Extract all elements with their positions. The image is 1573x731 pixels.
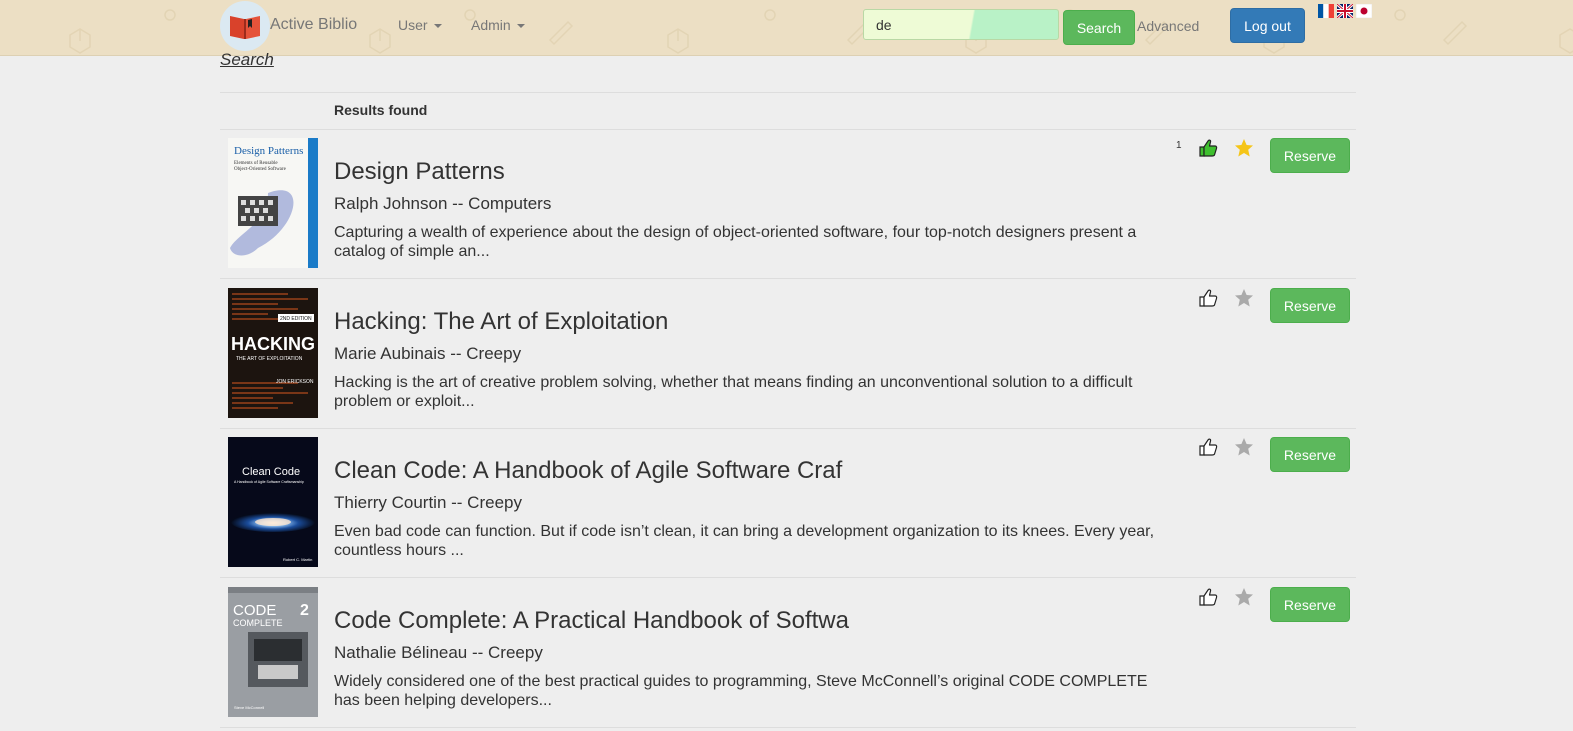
- book-title[interactable]: Clean Code: A Handbook of Agile Software…: [334, 457, 842, 485]
- flag-uk-icon[interactable]: [1337, 4, 1353, 18]
- chevron-down-icon: [433, 24, 442, 29]
- reserve-button[interactable]: Reserve: [1270, 288, 1350, 323]
- book-author-category: Ralph Johnson -- Computers: [334, 194, 552, 213]
- divider: [220, 278, 1356, 279]
- book-author-category: Marie Aubinais -- Creepy: [334, 344, 522, 363]
- book-logo-icon: [230, 16, 260, 39]
- thumbs-up-icon[interactable]: [1198, 138, 1218, 158]
- navbar: Active Biblio User Admin Search Advanced…: [0, 0, 1573, 56]
- book-cover[interactable]: CODE COMPLETE 2 Steve McConnell: [228, 587, 318, 717]
- reserve-button[interactable]: Reserve: [1270, 138, 1350, 173]
- reserve-button[interactable]: Reserve: [1270, 587, 1350, 622]
- cover-author: Steve McConnell: [234, 705, 264, 710]
- book-description: Capturing a wealth of experience about t…: [334, 224, 1137, 260]
- like-count: 1: [1176, 140, 1182, 151]
- admin-menu[interactable]: Admin: [471, 17, 525, 33]
- user-menu-label: User: [398, 17, 428, 33]
- divider: [220, 727, 1356, 728]
- cover-design-patterns: Design Patterns Elements of Reusable Obj…: [228, 138, 318, 268]
- svg-text:Elements of Reusable: Elements of Reusable: [234, 161, 278, 166]
- book-cover[interactable]: Clean Code A Handbook of Agile Software …: [228, 437, 318, 567]
- book-cover[interactable]: Design Patterns Elements of Reusable Obj…: [228, 138, 318, 268]
- search-button[interactable]: Search: [1063, 10, 1135, 45]
- divider: [220, 577, 1356, 578]
- book-author-category: Nathalie Bélineau -- Creepy: [334, 643, 543, 662]
- flag-fr-icon[interactable]: [1318, 4, 1334, 18]
- cover-edition: 2ND EDITION: [280, 316, 312, 322]
- results-header: Results found: [334, 102, 428, 118]
- search-input[interactable]: [863, 9, 1059, 40]
- result-row: 2ND EDITION HACKING THE ART OF EXPLOITAT…: [220, 280, 1356, 430]
- thumbs-up-icon[interactable]: [1198, 288, 1218, 308]
- book-author-category: Thierry Courtin -- Creepy: [334, 493, 522, 512]
- cover-edition: 2: [300, 602, 309, 619]
- result-row: CODE COMPLETE 2 Steve McConnell Code Com…: [220, 579, 1356, 729]
- book-cover[interactable]: 2ND EDITION HACKING THE ART OF EXPLOITAT…: [228, 288, 318, 418]
- cover-subtitle: COMPLETE: [233, 618, 283, 628]
- user-menu[interactable]: User: [398, 17, 442, 33]
- book-description: Hacking is the art of creative problem s…: [334, 374, 1133, 410]
- star-favorite-icon[interactable]: [1234, 138, 1254, 158]
- thumbs-up-icon[interactable]: [1198, 437, 1218, 457]
- cover-subtitle: THE ART OF EXPLOITATION: [236, 356, 303, 362]
- flag-jp-icon[interactable]: [1356, 4, 1372, 18]
- advanced-search-link[interactable]: Advanced: [1137, 18, 1199, 34]
- star-favorite-icon[interactable]: [1234, 587, 1254, 607]
- brand-name[interactable]: Active Biblio: [270, 16, 357, 34]
- result-row: Design Patterns Elements of Reusable Obj…: [220, 130, 1356, 280]
- book-description: Even bad code can function. But if code …: [334, 523, 1155, 559]
- cover-hacking: 2ND EDITION HACKING THE ART OF EXPLOITAT…: [228, 288, 318, 418]
- svg-text:Object-Oriented Software: Object-Oriented Software: [234, 167, 287, 172]
- cover-title: Clean Code: [242, 466, 300, 478]
- star-favorite-icon[interactable]: [1234, 437, 1254, 457]
- cover-title: Design Patterns: [234, 145, 303, 157]
- cover-author: Robert C. Martin: [283, 557, 312, 562]
- cover-title: HACKING: [231, 334, 315, 354]
- svg-text:A Handbook of Agile Software C: A Handbook of Agile Software Craftsmansh…: [234, 480, 304, 484]
- admin-menu-label: Admin: [471, 17, 511, 33]
- book-description: Widely considered one of the best practi…: [334, 673, 1148, 709]
- chevron-down-icon: [516, 24, 525, 29]
- cover-clean-code: Clean Code A Handbook of Agile Software …: [228, 437, 318, 567]
- reserve-button[interactable]: Reserve: [1270, 437, 1350, 472]
- search-heading[interactable]: Search: [220, 50, 274, 70]
- book-title[interactable]: Design Patterns: [334, 158, 505, 186]
- book-title[interactable]: Code Complete: A Practical Handbook of S…: [334, 607, 849, 635]
- cover-author: JON ERICKSON: [276, 379, 314, 385]
- logout-button[interactable]: Log out: [1230, 8, 1305, 43]
- book-title[interactable]: Hacking: The Art of Exploitation: [334, 308, 668, 336]
- star-favorite-icon[interactable]: [1234, 288, 1254, 308]
- brand-logo[interactable]: [220, 1, 270, 51]
- cover-title: CODE: [233, 602, 276, 619]
- divider: [220, 92, 1356, 93]
- cover-code-complete: CODE COMPLETE 2 Steve McConnell: [228, 587, 318, 717]
- thumbs-up-icon[interactable]: [1198, 587, 1218, 607]
- result-row: Clean Code A Handbook of Agile Software …: [220, 429, 1356, 579]
